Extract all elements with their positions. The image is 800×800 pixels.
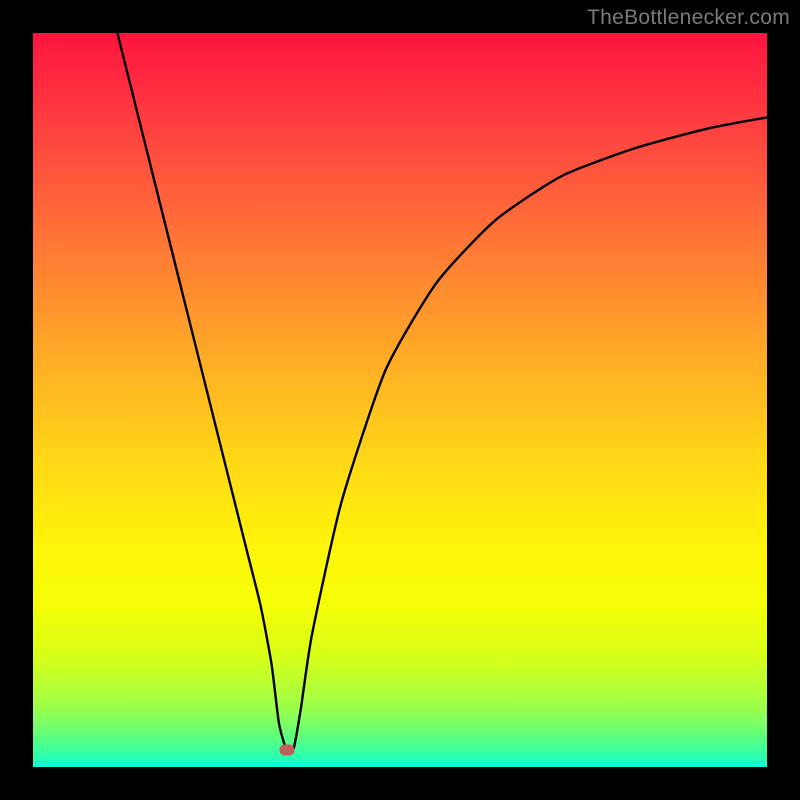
bottleneck-curve xyxy=(33,33,767,767)
plot-area xyxy=(33,33,767,767)
chart-frame: TheBottlenecker.com xyxy=(0,0,800,800)
optimum-marker xyxy=(279,745,294,756)
attribution-label: TheBottlenecker.com xyxy=(587,6,790,30)
